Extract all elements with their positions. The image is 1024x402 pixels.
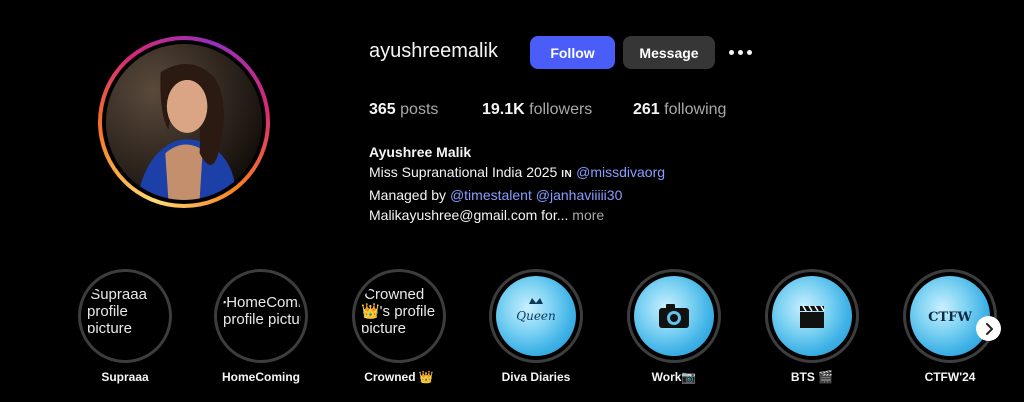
more-options-icon[interactable] <box>726 46 754 58</box>
highlight-bts[interactable]: BTS 🎬 <box>765 269 859 389</box>
highlight-ring: Queen <box>489 269 583 363</box>
bio-line-3: Malikayushree@gmail.com for... more <box>369 205 665 225</box>
dot <box>746 49 752 55</box>
posts-stat: 365 posts <box>369 101 438 119</box>
dot <box>728 49 734 55</box>
highlight-cover: CTFW <box>910 276 990 356</box>
bio-line-1: Miss Supranational India 2025 IN @missdi… <box>369 162 665 185</box>
highlight-label: Supraaa <box>101 370 149 384</box>
cover-text: Queen <box>516 309 556 323</box>
highlight-label: Work📷 <box>651 370 697 384</box>
highlight-cover <box>772 276 852 356</box>
chevron-right-icon <box>985 322 993 335</box>
highlight-work[interactable]: Work📷 <box>627 269 721 389</box>
highlight-ring <box>765 269 859 363</box>
posts-label: posts <box>400 101 439 118</box>
highlight-supraaa[interactable]: ▪Supraaa profile picture Supraaa <box>78 269 172 389</box>
cover-alt-text: picture <box>361 320 407 337</box>
mention-link[interactable]: @timestalent <box>450 187 532 203</box>
in-badge: IN <box>561 169 573 180</box>
highlight-cover: ▪HomeComin profile pictur <box>221 276 301 356</box>
posts-count: 365 <box>369 101 396 118</box>
highlight-label: Crowned 👑 <box>364 370 434 384</box>
clapperboard-icon <box>800 305 825 328</box>
cover-alt-text: Crowned <box>364 286 425 303</box>
highlight-ring: ▪HomeComin profile pictur <box>214 269 308 363</box>
highlight-cover: Queen <box>496 276 576 356</box>
followers-stat[interactable]: 19.1K followers <box>482 101 592 119</box>
mention-link[interactable]: @janhaviiiii30 <box>536 187 623 203</box>
highlight-diva-diaries[interactable]: Queen Diva Diaries <box>489 269 583 389</box>
highlight-cover: ▪Crowned 👑's profile picture <box>359 276 439 356</box>
highlight-crowned[interactable]: ▪Crowned 👑's profile picture Crowned 👑 <box>352 269 446 389</box>
cover-alt-text: profile <box>87 303 128 320</box>
highlight-ring: ▪Crowned 👑's profile picture <box>352 269 446 363</box>
following-count: 261 <box>633 101 660 118</box>
bio-more-link[interactable]: more <box>572 207 604 223</box>
highlights-next-button[interactable] <box>976 316 1001 341</box>
crown-icon <box>529 298 543 304</box>
cover-alt-text: HomeComin <box>226 294 301 311</box>
cover-alt-text: picture <box>87 320 133 337</box>
highlight-label: CTFW'24 <box>924 370 976 384</box>
profile-avatar-ring[interactable] <box>98 36 270 208</box>
profile-avatar[interactable] <box>106 44 262 200</box>
follow-button[interactable]: Follow <box>530 36 615 69</box>
queen-cover: Queen <box>516 298 556 323</box>
highlight-label: BTS 🎬 <box>790 370 834 384</box>
cover-alt-text: Supraaa <box>90 286 147 303</box>
following-stat[interactable]: 261 following <box>633 101 726 119</box>
profile-bio: Ayushree Malik Miss Supranational India … <box>369 142 665 225</box>
followers-label: followers <box>529 101 593 118</box>
highlight-ring: ▪Supraaa profile picture <box>78 269 172 363</box>
highlight-cover <box>634 276 714 356</box>
highlight-homecoming[interactable]: ▪HomeComin profile pictur HomeComing <box>214 269 308 389</box>
highlight-cover: ▪Supraaa profile picture <box>85 276 165 356</box>
profile-username: ayushreemalik <box>369 40 498 62</box>
dot <box>737 49 743 55</box>
cover-alt-text: 👑's profile <box>361 303 436 320</box>
bio-line-1-text: Miss Supranational India 2025 <box>369 164 562 180</box>
bio-line-3-text: Malikayushree@gmail.com for... <box>369 207 569 223</box>
mention-link[interactable]: @missdivaorg <box>576 164 665 180</box>
followers-count: 19.1K <box>482 101 525 118</box>
following-label: following <box>664 101 727 118</box>
highlight-ring <box>627 269 721 363</box>
camera-icon <box>659 304 689 328</box>
cover-text: CTFW <box>928 310 972 325</box>
highlight-label: HomeComing <box>222 370 300 384</box>
avatar-photo <box>106 44 262 200</box>
message-button[interactable]: Message <box>623 36 715 69</box>
highlight-label: Diva Diaries <box>501 370 571 384</box>
avatar-gap <box>102 40 266 204</box>
cover-alt-text: profile pictur <box>223 311 301 328</box>
bio-line-2: Managed by @timestalent @janhaviiiii30 <box>369 185 665 205</box>
bio-line-2-text: Managed by <box>369 187 450 203</box>
profile-full-name: Ayushree Malik <box>369 144 472 160</box>
ctfw-cover: CTFW <box>928 310 972 325</box>
